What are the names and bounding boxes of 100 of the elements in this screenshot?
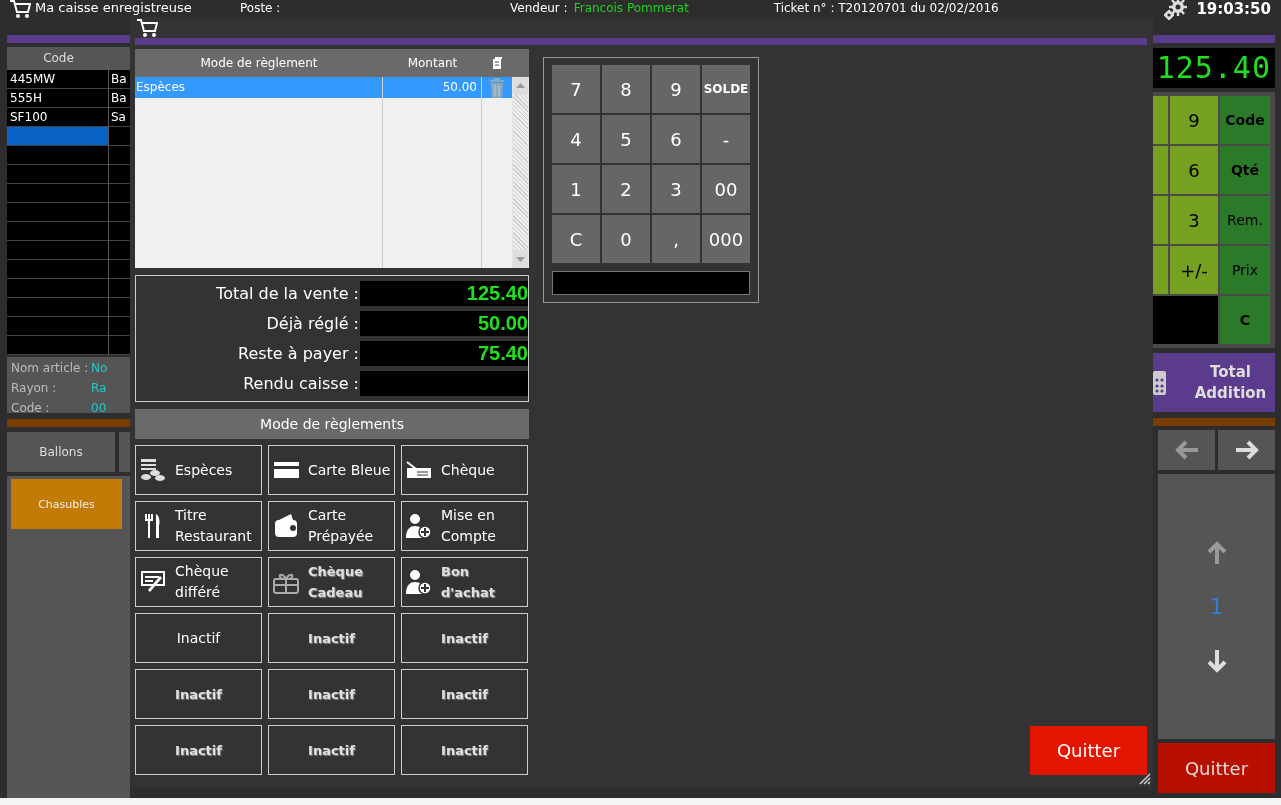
previous-button[interactable] [1158,430,1215,470]
table-cell: SF100 [7,108,109,127]
section-header: Mode de règlements [135,409,529,439]
keypad-key[interactable]: 9 [1170,96,1218,144]
wallet-icon [274,514,298,538]
function-key[interactable]: Prix [1220,246,1270,294]
keypad-key[interactable]: 4 [552,115,600,163]
vendeur-label: Vendeur : [510,1,568,15]
table-cell [109,336,130,355]
value-field: 50.00 [360,311,528,336]
total-label: Total de la vente : [215,284,359,303]
table-cell [109,241,130,260]
category-button[interactable]: Ballons [7,432,115,472]
payment-method-button[interactable]: Mise en Compte [401,501,528,551]
column-header: Mode de règlement [199,55,319,72]
quit-button[interactable]: Quitter [1158,743,1275,793]
keypad-key[interactable]: 00 [702,165,750,213]
product-tile[interactable]: Chasubles [11,479,122,529]
input-field[interactable] [552,271,750,295]
quit-button[interactable]: Quitter [1030,726,1147,775]
table-cell [109,165,130,184]
payment-method-button[interactable]: Espèces [135,445,262,495]
table-cell [109,279,130,298]
table-cell: Ba [109,89,130,108]
right-arrow-icon [1233,440,1260,460]
keypad-key[interactable]: 8 [602,65,650,113]
next-button[interactable] [1218,430,1275,470]
scroll-down-icon[interactable] [513,250,528,268]
total-button[interactable]: Total Addition [1153,353,1275,412]
function-key[interactable]: Qté [1220,146,1270,194]
keypad-key[interactable]: 7 [552,65,600,113]
keypad-key[interactable]: - [702,115,750,163]
down-arrow-icon[interactable] [1206,648,1227,673]
keypad-key[interactable]: 5 [602,115,650,163]
payment-method-button[interactable]: Titre Restaurant [135,501,262,551]
coins-icon [140,458,166,482]
settings-icon[interactable] [1162,0,1189,21]
table-cell [109,260,130,279]
amount-display: 125.40 [1153,48,1275,88]
total-label: Reste à payer : [237,344,359,363]
up-arrow-icon[interactable] [1206,540,1227,565]
keypad-key[interactable]: 3 [1170,196,1218,244]
left-arrow-icon [1173,440,1200,460]
table-cell [109,184,130,203]
blank-key [1153,296,1218,344]
table-cell: Sa [109,108,130,127]
vendeur-name: Francois Pommerat [573,1,690,15]
function-key[interactable]: Code [1220,96,1270,144]
info-value: Ra [91,380,107,397]
user-add-icon [406,569,432,595]
keypad-key[interactable]: 0 [602,215,650,263]
info-value: 00 [91,400,107,417]
info-label: Nom article : [11,360,90,377]
page-number: 1 [1209,594,1224,619]
keypad-key[interactable]: 1 [552,165,600,213]
keypad-key[interactable]: 000 [702,215,750,263]
info-label: Rayon : [11,380,58,397]
column-header: Montant [406,55,459,72]
keypad-key[interactable]: +/- [1170,246,1218,294]
resize-grip-icon[interactable] [1139,773,1151,785]
cart-icon [136,18,158,38]
table-cell: 445MW [7,70,109,89]
trash-icon[interactable] [489,77,505,98]
table-cell [109,203,130,222]
keypad-key[interactable]: 6 [1170,146,1218,194]
payment-row[interactable]: Espèces 50.00 [135,77,512,98]
table-cell [109,222,130,241]
ticket-info: Ticket n° : T20120701 du 02/02/2016 [773,1,999,15]
payment-method-button[interactable]: Inactif [135,613,262,663]
total-label: Déjà réglé : [265,314,359,333]
pen-cheque-icon [141,570,165,594]
value-field: 75.40 [360,341,528,366]
info-label: Code : [11,400,51,417]
cart-icon [9,0,31,18]
delete-all-icon[interactable] [492,57,502,69]
table-cell [109,127,130,146]
cheque-icon [406,461,432,479]
payment-method-button[interactable]: Chèque différé [135,557,262,607]
function-key[interactable]: Rem. [1220,196,1270,244]
payment-method-button[interactable]: Carte Bleue [268,445,395,495]
table-cell [109,317,130,336]
keypad-key[interactable]: 3 [652,165,700,213]
keypad-key[interactable]: 9 [652,65,700,113]
entry-cell[interactable] [7,127,109,146]
table-cell: 555H [7,89,109,108]
keypad-key[interactable]: 6 [652,115,700,163]
keypad-key[interactable]: 2 [602,165,650,213]
credit-card-icon [273,462,299,478]
keypad-key[interactable]: SOLDE [702,65,750,113]
calculator-icon [1153,369,1166,396]
table-cell [109,298,130,317]
user-add-icon [406,513,432,539]
keypad-key[interactable]: , [652,215,700,263]
keypad-key[interactable]: C [552,215,600,263]
value-field: 125.40 [360,281,528,306]
payment-method-button[interactable]: Carte Prépayée [268,501,395,551]
scroll-up-icon[interactable] [513,77,528,95]
table-cell [109,146,130,165]
payment-method-button[interactable]: Chèque [401,445,528,495]
function-key[interactable]: C [1220,296,1270,344]
